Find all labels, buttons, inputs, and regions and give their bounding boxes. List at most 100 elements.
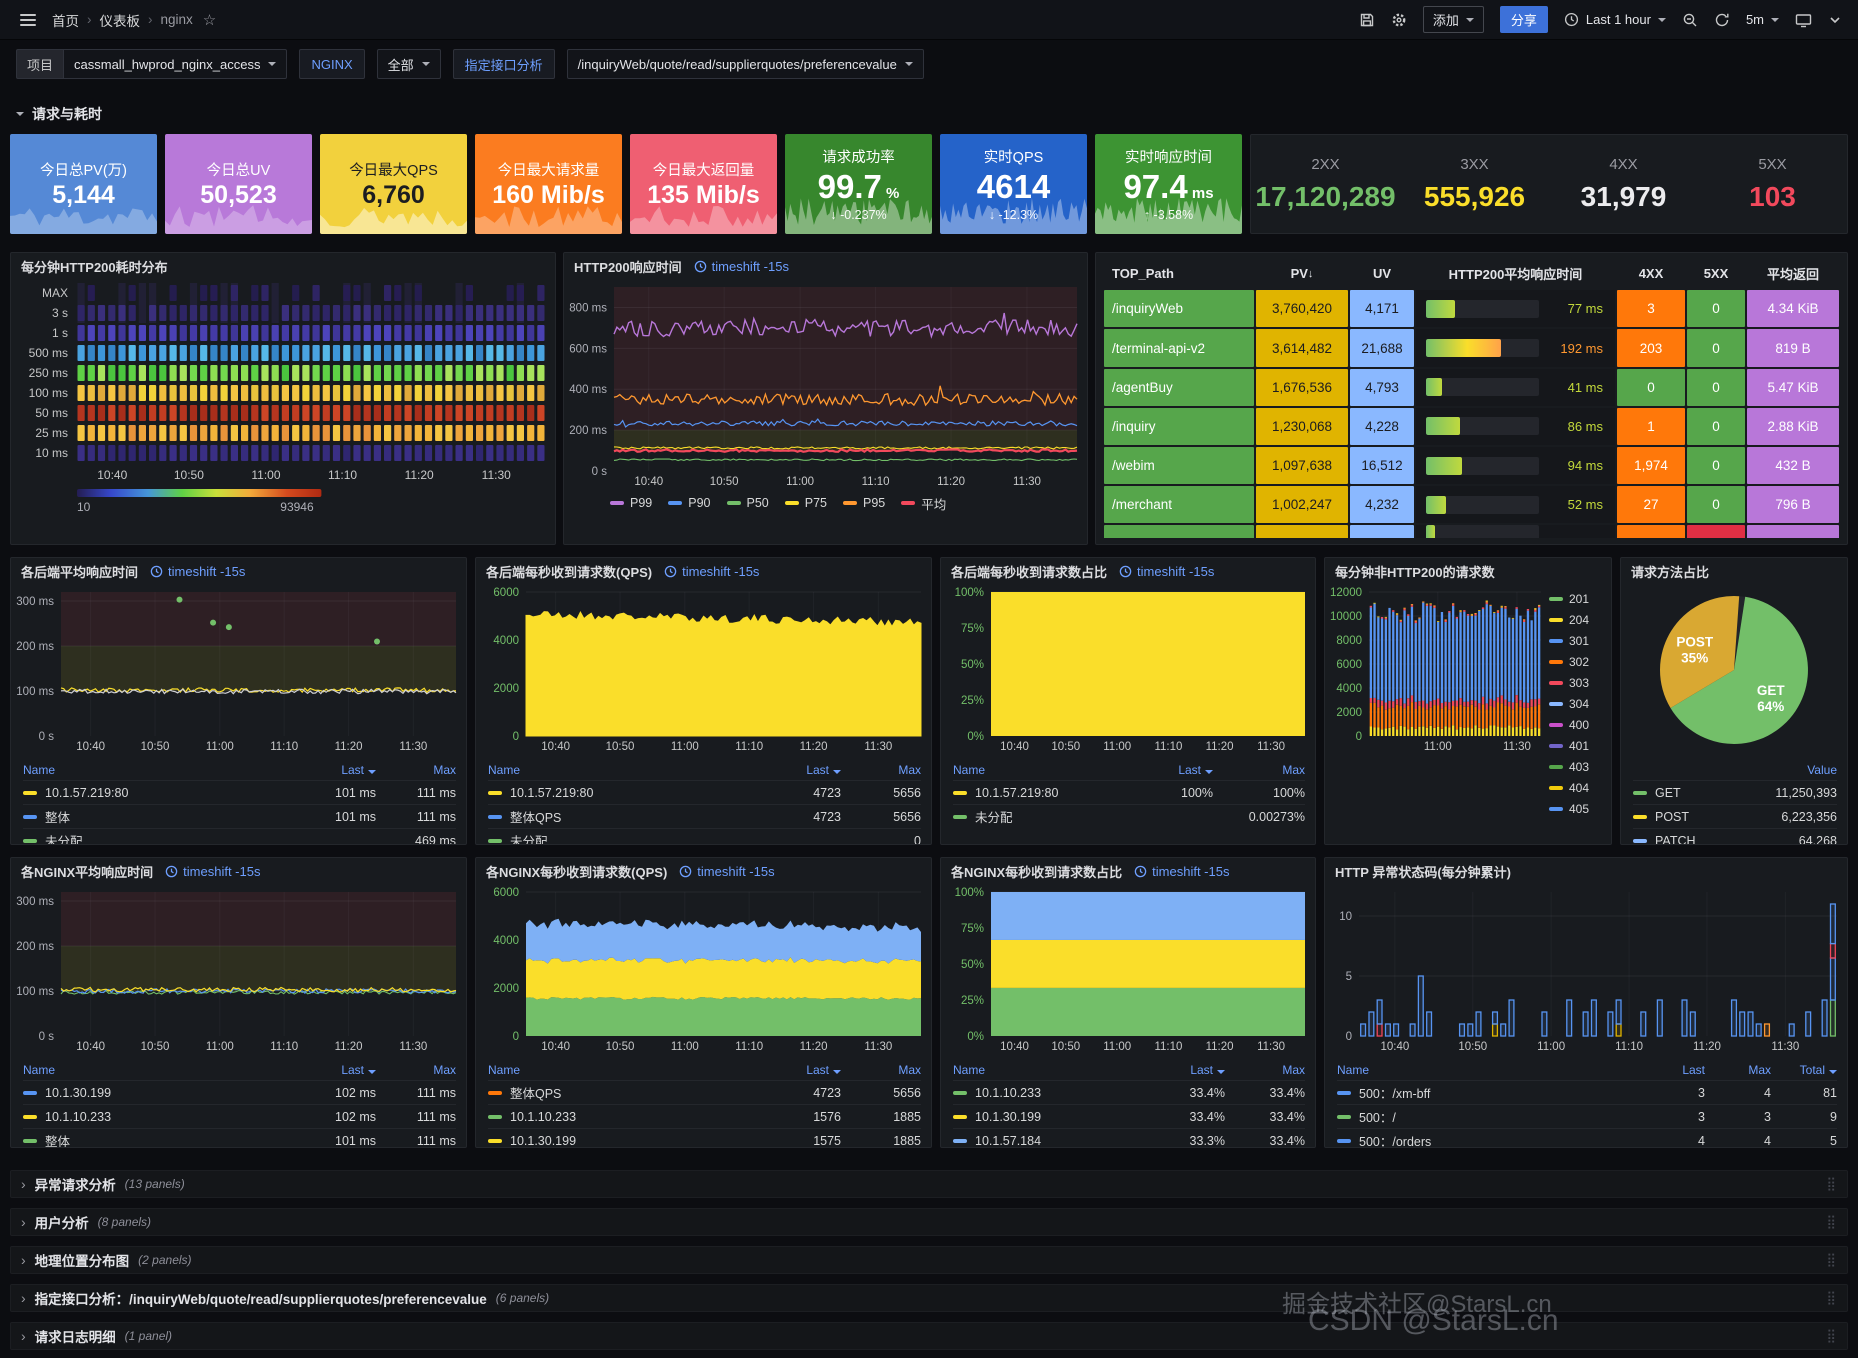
legend-item[interactable]: 304 xyxy=(1549,697,1607,711)
breadcrumb-dashboards[interactable]: 仪表板 xyxy=(100,10,141,30)
legend-header-cell[interactable]: Last xyxy=(296,763,376,777)
table-row[interactable]: /webim1,097,63816,51294 ms1,9740432 B xyxy=(1104,447,1839,484)
api-analysis-button[interactable]: 指定接口分析 xyxy=(453,49,555,79)
legend-row[interactable]: 整体101 ms111 ms xyxy=(23,1128,456,1147)
timeshift-link[interactable]: timeshift -15s xyxy=(679,864,774,879)
drag-handle-icon[interactable]: ⣿ xyxy=(1826,1214,1837,1230)
drag-handle-icon[interactable]: ⣿ xyxy=(1826,1328,1837,1344)
timeshift-link[interactable]: timeshift -15s xyxy=(165,864,260,879)
panel-title[interactable]: 各后端每秒收到请求数(QPS) xyxy=(486,562,652,581)
table-row[interactable]: /terminal-api-v23,614,48221,688192 ms203… xyxy=(1104,329,1839,366)
legend-row[interactable]: 未分配0.00273% xyxy=(953,804,1305,828)
legend-item[interactable]: P50 xyxy=(727,496,769,510)
collapsed-row-1[interactable]: ›异常请求分析(13 panels)⣿ xyxy=(10,1170,1848,1198)
api-path-select[interactable]: /inquiryWeb/quote/read/supplierquotes/pr… xyxy=(567,49,924,79)
timeshift-link[interactable]: timeshift -15s xyxy=(1119,564,1214,579)
legend-row[interactable]: 500：/orders445 xyxy=(1337,1128,1837,1147)
legend-item[interactable]: 401 xyxy=(1549,739,1607,753)
scope-select[interactable]: 全部 xyxy=(377,49,441,79)
legend-header-cell[interactable]: Last xyxy=(761,763,841,777)
panel-title[interactable]: HTTP200响应时间 xyxy=(574,257,682,276)
project-select[interactable]: cassmall_hwprod_nginx_access xyxy=(63,49,287,79)
legend-header-cell[interactable]: Last xyxy=(296,1063,376,1077)
legend-item[interactable]: P90 xyxy=(668,496,710,510)
legend-row[interactable]: 10.1.30.19933.4%33.4% xyxy=(953,1104,1305,1128)
legend-header-cell[interactable]: Name xyxy=(23,763,296,777)
legend-item[interactable]: 303 xyxy=(1549,676,1607,690)
legend-item[interactable]: P95 xyxy=(843,496,885,510)
legend-header-cell[interactable]: Last xyxy=(1121,763,1213,777)
timeshift-link[interactable]: timeshift -15s xyxy=(1134,864,1229,879)
timeshift-link[interactable]: timeshift -15s xyxy=(694,259,789,274)
table-column-header[interactable]: PV ↓ xyxy=(1256,259,1348,288)
legend-row[interactable]: 未分配469 ms xyxy=(23,828,456,844)
section-row-header[interactable]: 请求与耗时 xyxy=(16,104,102,124)
panel-title[interactable]: HTTP 异常状态码(每分钟累计) xyxy=(1335,862,1511,881)
collapsed-row-2[interactable]: ›用户分析(8 panels)⣿ xyxy=(10,1208,1848,1236)
legend-row[interactable]: 10.1.30.19915751885 xyxy=(488,1128,921,1147)
legend-header-cell[interactable]: Value xyxy=(1727,763,1837,777)
panel-title[interactable]: 每分钟HTTP200耗时分布 xyxy=(21,257,168,276)
legend-item[interactable]: 201 xyxy=(1549,592,1607,606)
legend-header-cell[interactable]: Name xyxy=(488,763,761,777)
star-icon[interactable]: ☆ xyxy=(203,11,216,29)
table-column-header[interactable]: 平均返回 xyxy=(1747,259,1839,288)
collapse-nav-icon[interactable] xyxy=(1828,13,1842,27)
legend-row[interactable]: POST6,223,356 xyxy=(1633,804,1837,828)
panel-title[interactable]: 各NGINX每秒收到请求数占比 xyxy=(951,862,1122,881)
tv-mode-icon[interactable] xyxy=(1795,12,1812,28)
legend-header-cell[interactable]: Name xyxy=(23,1063,296,1077)
legend-item[interactable]: 平均 xyxy=(901,494,946,513)
legend-row[interactable]: PATCH64,268 xyxy=(1633,828,1837,844)
table-row[interactable]: /inquiryWeb3,760,4204,17177 ms304.34 KiB xyxy=(1104,290,1839,327)
share-button[interactable]: 分享 xyxy=(1500,6,1548,33)
table-row[interactable]: /agentBuy1,676,5364,79341 ms005.47 KiB xyxy=(1104,369,1839,406)
legend-header-cell[interactable]: Name xyxy=(953,1063,1145,1077)
refresh-icon[interactable] xyxy=(1714,12,1730,28)
legend-row[interactable]: 整体QPS47235656 xyxy=(488,1080,921,1104)
legend-header-cell[interactable]: Total xyxy=(1771,1063,1837,1077)
legend-row[interactable]: 10.1.57.18433.3%33.4% xyxy=(953,1128,1305,1147)
legend-row[interactable]: 500：/xm-bff3481 xyxy=(1337,1080,1837,1104)
panel-title[interactable]: 每分钟非HTTP200的请求数 xyxy=(1335,562,1495,581)
legend-row[interactable]: 10.1.57.219:80100%100% xyxy=(953,780,1305,804)
legend-row[interactable]: GET11,250,393 xyxy=(1633,780,1837,804)
panel-title[interactable]: 各NGINX平均响应时间 xyxy=(21,862,153,881)
legend-header-cell[interactable]: Max xyxy=(1213,763,1305,777)
legend-row[interactable]: 10.1.57.219:8047235656 xyxy=(488,780,921,804)
legend-item[interactable]: P75 xyxy=(785,496,827,510)
time-range-picker[interactable]: Last 1 hour xyxy=(1564,12,1666,27)
legend-item[interactable]: 301 xyxy=(1549,634,1607,648)
table-column-header[interactable]: HTTP200平均响应时间 xyxy=(1416,259,1615,288)
legend-header-cell[interactable]: Last xyxy=(1145,1063,1225,1077)
menu-icon[interactable] xyxy=(16,10,40,30)
legend-item[interactable]: P99 xyxy=(610,496,652,510)
legend-item[interactable]: 403 xyxy=(1549,760,1607,774)
legend-header-cell[interactable]: Max xyxy=(376,763,456,777)
legend-item[interactable]: 400 xyxy=(1549,718,1607,732)
add-button[interactable]: 添加 xyxy=(1423,6,1484,33)
legend-row[interactable]: 10.1.30.199102 ms111 ms xyxy=(23,1080,456,1104)
table-column-header[interactable]: TOP_Path xyxy=(1104,259,1254,288)
legend-row[interactable]: 500：/339 xyxy=(1337,1104,1837,1128)
legend-item[interactable]: 204 xyxy=(1549,613,1607,627)
legend-item[interactable]: 302 xyxy=(1549,655,1607,669)
table-row[interactable] xyxy=(1104,525,1839,538)
legend-header-cell[interactable]: Name xyxy=(1337,1063,1639,1077)
nginx-filter-button[interactable]: NGINX xyxy=(299,49,364,79)
breadcrumb-home[interactable]: 首页 xyxy=(52,10,79,30)
legend-header-cell[interactable]: Max xyxy=(1225,1063,1305,1077)
legend-header-cell[interactable]: Name xyxy=(488,1063,761,1077)
legend-header-cell[interactable]: Name xyxy=(953,763,1121,777)
timeshift-link[interactable]: timeshift -15s xyxy=(664,564,759,579)
panel-title[interactable]: 请求方法占比 xyxy=(1631,562,1709,581)
collapsed-row-3[interactable]: ›地理位置分布图(2 panels)⣿ xyxy=(10,1246,1848,1274)
table-row[interactable]: /merchant1,002,2474,23252 ms270796 B xyxy=(1104,486,1839,523)
legend-header-cell[interactable]: Last xyxy=(761,1063,841,1077)
legend-row[interactable]: 整体101 ms111 ms xyxy=(23,804,456,828)
refresh-interval-picker[interactable]: 5m xyxy=(1746,12,1779,27)
timeshift-link[interactable]: timeshift -15s xyxy=(150,564,245,579)
collapsed-row-5[interactable]: ›请求日志明细(1 panel)⣿ xyxy=(10,1322,1848,1350)
save-icon[interactable] xyxy=(1359,12,1375,28)
panel-title[interactable]: 各NGINX每秒收到请求数(QPS) xyxy=(486,862,667,881)
